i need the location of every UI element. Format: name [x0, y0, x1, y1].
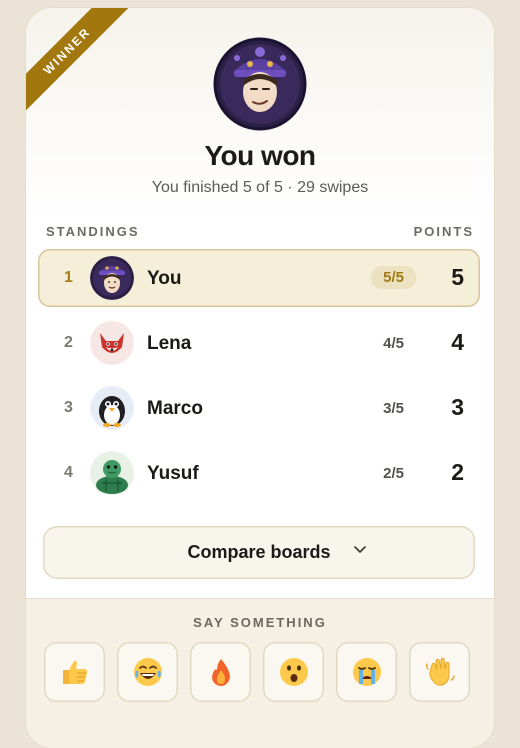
winner-avatar — [213, 32, 307, 132]
points-value: 5 — [451, 264, 464, 290]
points-value: 3 — [451, 394, 464, 420]
correct-count: 4/5 — [383, 335, 404, 352]
points-heading: POINTS — [413, 224, 474, 239]
rank: 2 — [64, 334, 73, 351]
standings-row-yusuf: 4 Yusuf 2/5 2 — [38, 444, 480, 502]
correct-count: 3/5 — [383, 400, 404, 417]
rank: 3 — [64, 399, 73, 416]
points-value: 4 — [451, 329, 464, 355]
compare-boards-button[interactable]: Compare boards — [43, 526, 475, 579]
rank: 4 — [64, 464, 73, 481]
page-title: You won — [204, 140, 316, 171]
react-wave-button[interactable] — [409, 642, 470, 702]
correct-count: 2/5 — [383, 465, 404, 482]
thumbs-up-icon — [63, 660, 88, 684]
player-name: Marco — [147, 398, 203, 419]
react-thumbs-up-button[interactable] — [44, 642, 105, 702]
react-crying-button[interactable] — [336, 642, 397, 702]
standings-row-you: 1 You 5/5 5 — [38, 249, 480, 307]
points-value: 2 — [451, 459, 464, 485]
fire-icon — [212, 659, 230, 686]
turtle-avatar-icon — [90, 451, 134, 495]
wizard-avatar-icon — [90, 256, 134, 300]
fox-avatar-icon — [90, 321, 134, 365]
compare-boards-label: Compare boards — [187, 542, 331, 562]
crying-icon — [353, 658, 381, 686]
results-card: WINNER You won You finished 5 of 5 · 29 … — [26, 8, 494, 748]
penguin-avatar-icon — [90, 386, 134, 430]
reactions-heading: SAY SOMETHING — [193, 615, 327, 630]
react-fire-button[interactable] — [190, 642, 251, 702]
react-surprised-button[interactable] — [263, 642, 324, 702]
player-name: Yusuf — [147, 463, 199, 484]
standings-row-marco: 3 Marco 3/5 3 — [38, 379, 480, 437]
standings-row-lena: 2 Lena 4/5 4 — [38, 314, 480, 372]
rank: 1 — [64, 269, 73, 286]
laughing-icon — [134, 658, 162, 686]
player-name: You — [147, 268, 182, 289]
chevron-down-icon — [354, 546, 366, 553]
react-laughing-button[interactable] — [117, 642, 178, 702]
waving-hand-icon — [425, 657, 455, 686]
wizard-avatar-icon — [213, 37, 307, 131]
surprised-icon — [280, 658, 308, 686]
reactions-panel: SAY SOMETHING — [26, 598, 494, 748]
player-name: Lena — [147, 333, 192, 354]
result-summary: You finished 5 of 5 · 29 swipes — [151, 179, 369, 196]
standings-heading: STANDINGS — [46, 224, 140, 239]
correct-count-badge: 5/5 — [371, 266, 416, 289]
